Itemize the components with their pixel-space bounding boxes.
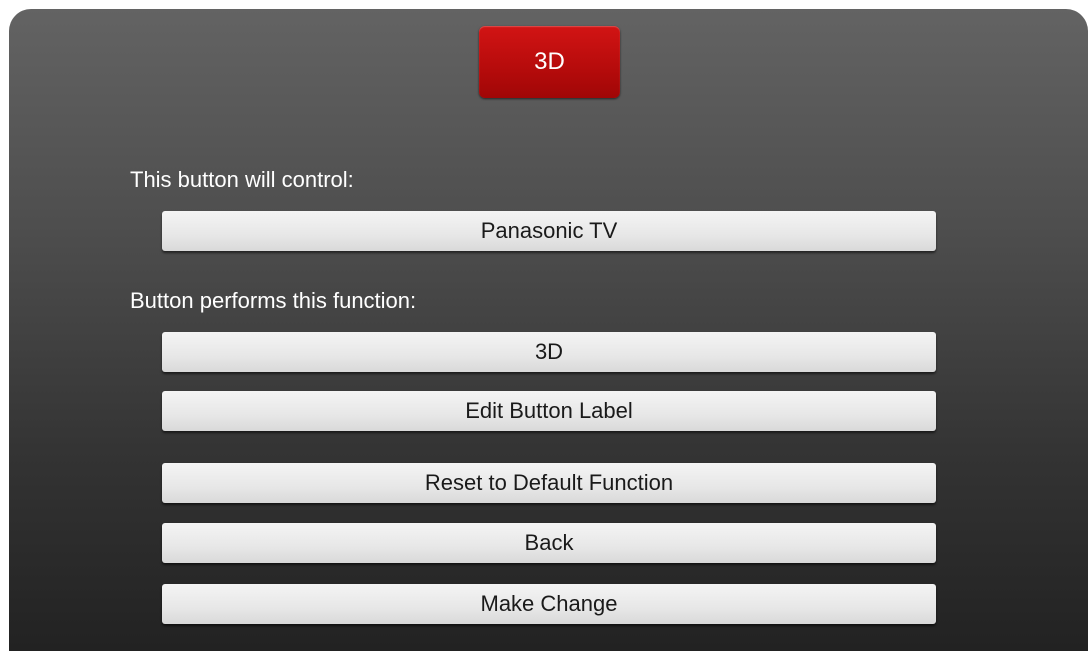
make-change-button[interactable]: Make Change <box>162 584 936 624</box>
function-select-button[interactable]: 3D <box>162 332 936 372</box>
edit-button-label-button[interactable]: Edit Button Label <box>162 391 936 431</box>
button-edit-panel: 3D This button will control: Panasonic T… <box>9 9 1088 651</box>
selected-remote-button-3d[interactable]: 3D <box>479 26 620 98</box>
function-label: Button performs this function: <box>130 288 417 313</box>
back-button[interactable]: Back <box>162 523 936 563</box>
reset-default-function-button[interactable]: Reset to Default Function <box>162 463 936 503</box>
control-target-label: This button will control: <box>130 167 354 192</box>
device-select-button[interactable]: Panasonic TV <box>162 211 936 251</box>
